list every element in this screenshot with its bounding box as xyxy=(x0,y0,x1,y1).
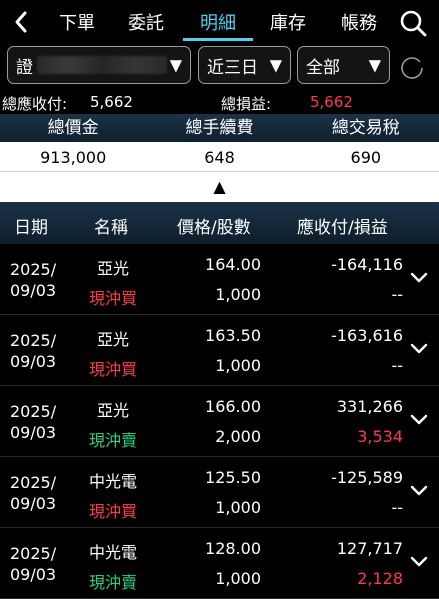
back-button[interactable] xyxy=(6,6,36,38)
period-value: 近三日 xyxy=(207,57,258,78)
row-year: 2025/ xyxy=(10,402,57,421)
refresh-button[interactable] xyxy=(399,54,425,80)
scope-select[interactable]: 全部 ▼ xyxy=(297,46,390,84)
table-row[interactable]: 2025/ 09/03 亞光 現沖賣 166.00 2,000 331,266 … xyxy=(0,386,439,457)
search-button[interactable] xyxy=(398,8,428,38)
row-name: 中光電 xyxy=(88,543,137,562)
row-name: 亞光 xyxy=(96,330,129,349)
total-payable-value: 5,662 xyxy=(90,93,133,111)
account-number-masked xyxy=(37,56,167,74)
row-price: 163.50 xyxy=(205,326,261,345)
row-date: 09/03 xyxy=(10,352,57,371)
triangle-up-icon: ▲ xyxy=(213,177,226,196)
chevron-down-icon[interactable] xyxy=(409,555,429,569)
total-amount-value: 913,000 xyxy=(40,148,107,167)
row-qty: 1,000 xyxy=(215,356,261,375)
period-select[interactable]: 近三日 ▼ xyxy=(198,46,291,84)
row-year: 2025/ xyxy=(10,331,57,350)
tab-entrust[interactable]: 委託 xyxy=(116,0,176,44)
row-date: 09/03 xyxy=(10,565,57,584)
tab-accounts[interactable]: 帳務 xyxy=(328,0,390,44)
row-price: 128.00 xyxy=(205,539,261,558)
row-qty: 1,000 xyxy=(215,498,261,517)
total-pl-label: 總損益: xyxy=(221,95,272,113)
chevron-left-icon xyxy=(15,11,27,33)
total-tax-value: 690 xyxy=(350,148,382,167)
col-date: 日期 xyxy=(14,218,48,238)
row-qty: 1,000 xyxy=(215,285,261,304)
row-type: 現沖買 xyxy=(88,502,137,521)
row-qty: 2,000 xyxy=(215,427,261,446)
row-date: 09/03 xyxy=(10,494,57,513)
row-pl: -- xyxy=(391,356,403,375)
total-amount-header: 總價金 xyxy=(47,118,99,138)
row-pl: 2,128 xyxy=(357,569,403,588)
chevron-down-icon[interactable] xyxy=(409,271,429,285)
filter-bar: 證 ▼ 近三日 ▼ 全部 ▼ xyxy=(0,44,439,90)
search-icon xyxy=(400,10,427,37)
table-row[interactable]: 2025/ 09/03 中光電 現沖賣 128.00 1,000 127,717… xyxy=(0,528,439,599)
row-year: 2025/ xyxy=(10,260,57,279)
table-row[interactable]: 2025/ 09/03 亞光 現沖買 163.50 1,000 -163,616… xyxy=(0,315,439,386)
total-tax-header: 總交易稅 xyxy=(331,118,400,138)
row-year: 2025/ xyxy=(10,473,57,492)
account-prefix: 證 xyxy=(16,57,33,78)
col-name: 名稱 xyxy=(94,218,128,238)
total-pl-value: 5,662 xyxy=(310,93,353,111)
tab-order[interactable]: 下單 xyxy=(48,0,106,44)
col-price-qty: 價格/股數 xyxy=(177,218,251,238)
chevron-down-icon[interactable] xyxy=(409,413,429,427)
total-fee-header: 總手續費 xyxy=(185,118,254,138)
total-payable-label: 總應收付: xyxy=(2,95,68,113)
row-pl: -- xyxy=(391,285,403,304)
chevron-down-icon[interactable] xyxy=(409,342,429,356)
dropdown-arrow-icon: ▼ xyxy=(269,55,282,75)
scope-value: 全部 xyxy=(306,57,340,78)
row-type: 現沖賣 xyxy=(88,573,137,592)
chevron-down-icon[interactable] xyxy=(409,484,429,498)
row-date: 09/03 xyxy=(10,423,57,442)
row-price: 166.00 xyxy=(205,397,261,416)
table-header: 日期 名稱 價格/股數 應收付/損益 xyxy=(0,202,439,244)
dropdown-arrow-icon: ▼ xyxy=(169,55,182,75)
tab-inventory[interactable]: 庫存 xyxy=(258,0,318,44)
top-nav: 下單 委託 明細 庫存 帳務 xyxy=(0,0,439,44)
row-date: 09/03 xyxy=(10,281,57,300)
row-payable: 127,717 xyxy=(336,539,403,558)
row-type: 現沖買 xyxy=(88,289,137,308)
totals-header: 總價金 總手續費 總交易稅 xyxy=(0,114,439,142)
row-payable: -125,589 xyxy=(331,468,403,487)
row-name: 亞光 xyxy=(96,259,129,278)
dropdown-arrow-icon: ▼ xyxy=(368,55,381,75)
row-pl: -- xyxy=(391,498,403,517)
row-name: 亞光 xyxy=(96,401,129,420)
refresh-icon xyxy=(401,57,423,79)
row-qty: 1,000 xyxy=(215,569,261,588)
totals-values: 913,000 648 690 xyxy=(0,142,439,172)
total-fee-value: 648 xyxy=(204,148,235,167)
row-payable: 331,266 xyxy=(336,397,403,416)
table-row[interactable]: 2025/ 09/03 亞光 現沖買 164.00 1,000 -164,116… xyxy=(0,244,439,315)
summary-line: 總應收付: 5,662 總損益: 5,662 xyxy=(0,90,439,114)
row-price: 125.50 xyxy=(205,468,261,487)
row-type: 現沖賣 xyxy=(88,431,137,450)
trade-list: 2025/ 09/03 亞光 現沖買 164.00 1,000 -164,116… xyxy=(0,244,439,599)
row-payable: -163,616 xyxy=(331,326,403,345)
row-year: 2025/ xyxy=(10,544,57,563)
row-type: 現沖買 xyxy=(88,360,137,379)
row-price: 164.00 xyxy=(205,255,261,274)
row-name: 中光電 xyxy=(88,472,137,491)
row-pl: 3,534 xyxy=(357,427,403,446)
col-pay-pl: 應收付/損益 xyxy=(297,218,388,238)
active-tab-indicator xyxy=(183,38,253,41)
table-row[interactable]: 2025/ 09/03 中光電 現沖買 125.50 1,000 -125,58… xyxy=(0,457,439,528)
row-payable: -164,116 xyxy=(331,255,403,274)
account-select[interactable]: 證 ▼ xyxy=(7,46,191,84)
collapse-toggle[interactable]: ▲ xyxy=(0,172,439,202)
